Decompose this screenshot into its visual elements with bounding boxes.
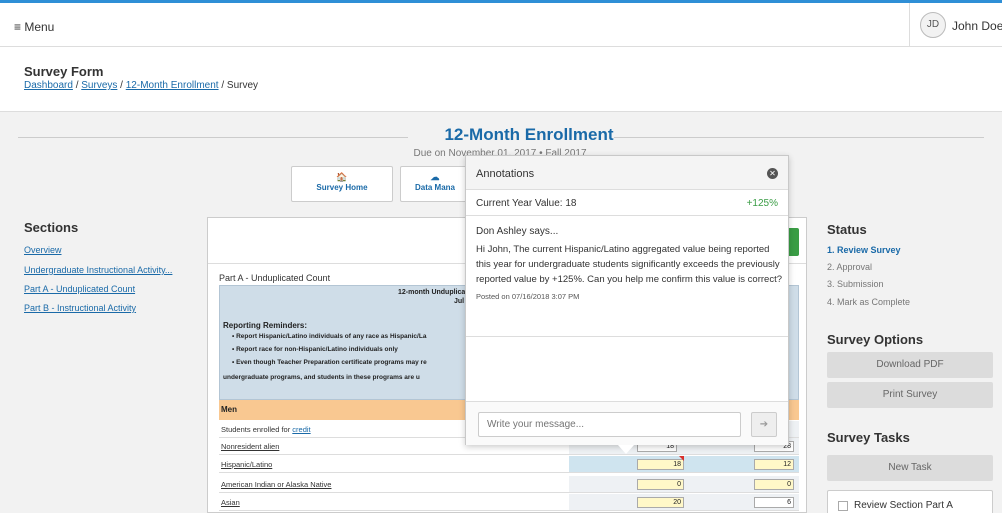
annotation-marker-icon[interactable]: [679, 456, 684, 461]
section-link-overview[interactable]: Overview: [24, 245, 62, 255]
status-step-submission: 3. Submission: [827, 279, 884, 289]
data-management-button[interactable]: ☁ Data Mana: [400, 166, 470, 202]
task-checkbox[interactable]: [838, 501, 848, 511]
students-prefix: Students enrolled for: [221, 425, 293, 434]
breadcrumb-current: Survey: [226, 80, 259, 91]
value-input[interactable]: 0: [637, 479, 684, 490]
arrow-right-icon: ➔: [759, 419, 769, 430]
box-subtitle: Jul: [454, 298, 465, 305]
reminder-item: • Report race for non-Hispanic/Latino in…: [232, 346, 398, 353]
change-percent: +125%: [746, 198, 778, 209]
cloud-icon: ☁: [430, 172, 440, 182]
annotations-header: Annotations ✕: [466, 156, 788, 190]
survey-tasks-heading: Survey Tasks: [827, 430, 910, 445]
annotation-comment: Don Ashley says... Hi John, The current …: [476, 226, 782, 301]
current-year-value: Current Year Value: 18: [476, 198, 577, 209]
page-header: Survey Form Dashboard / Surveys / 12-Mon…: [0, 47, 1002, 112]
group-label: Men: [221, 405, 237, 414]
row-label-hispanic-latino[interactable]: Hispanic/Latino: [221, 460, 272, 469]
annotation-reply-bar: ➔: [466, 401, 788, 445]
breadcrumb-enrollment[interactable]: 12-Month Enrollment: [126, 80, 219, 91]
current-year-row: Current Year Value: 18 +125%: [466, 190, 788, 216]
download-pdf-button[interactable]: Download PDF: [827, 352, 993, 378]
reminders-title: Reporting Reminders:: [223, 321, 308, 330]
top-bar: ≡ Menu JD John Doe ▾: [0, 0, 1002, 47]
survey-options-heading: Survey Options: [827, 332, 924, 347]
section-link-undergrad-activity[interactable]: Undergraduate Instructional Activity...: [24, 265, 172, 275]
home-icon: 🏠: [336, 172, 348, 182]
comment-divider: [466, 336, 788, 337]
breadcrumb-surveys[interactable]: Surveys: [81, 80, 117, 91]
part-label: Part A - Unduplicated Count: [219, 273, 331, 283]
annotations-popover: Annotations ✕ Current Year Value: 18 +12…: [465, 155, 789, 445]
survey-home-label: Survey Home: [316, 183, 368, 192]
value-input[interactable]: 12: [754, 459, 794, 470]
section-link-part-b[interactable]: Part B - Instructional Activity: [24, 303, 136, 313]
table-row: American Indian or Alaska Native 0 0: [219, 476, 799, 493]
avatar[interactable]: JD: [920, 12, 946, 38]
reminder-item: • Even though Teacher Preparation certif…: [232, 359, 427, 366]
status-step-complete: 4. Mark as Complete: [827, 297, 911, 307]
row-label: Students enrolled for credit: [221, 425, 311, 434]
comment-message: Hi John, The current Hispanic/Latino agg…: [476, 244, 783, 285]
value-input[interactable]: 20: [637, 497, 684, 508]
task-label: Review Section Part A: [854, 500, 953, 511]
row-label-nonresident-alien[interactable]: Nonresident alien: [221, 442, 279, 451]
new-task-button[interactable]: New Task: [827, 455, 993, 481]
send-button[interactable]: ➔: [751, 412, 777, 437]
reminder-item: undergraduate programs, and students in …: [223, 374, 420, 381]
value-input[interactable]: 0: [754, 479, 794, 490]
user-name[interactable]: John Doe ▾: [952, 19, 1002, 33]
reminder-item: • Report Hispanic/Latino individuals of …: [232, 333, 427, 340]
box-title: 12-month Unduplica: [398, 289, 466, 296]
section-link-part-a[interactable]: Part A - Unduplicated Count: [24, 284, 135, 294]
survey-title: 12-Month Enrollment: [444, 125, 614, 144]
print-survey-button[interactable]: Print Survey: [827, 382, 993, 408]
status-step-review[interactable]: 1. Review Survey: [827, 245, 901, 255]
data-management-label: Data Mana: [414, 183, 455, 192]
status-step-approval: 2. Approval: [827, 262, 873, 272]
popover-pointer: [618, 445, 634, 454]
annotations-title: Annotations: [476, 168, 535, 180]
survey-home-button[interactable]: 🏠 Survey Home: [291, 166, 393, 202]
breadcrumb: Dashboard / Surveys / 12-Month Enrollmen…: [24, 80, 259, 91]
title-divider-right: [614, 137, 984, 138]
status-heading: Status: [827, 222, 867, 237]
menu-button[interactable]: ≡ Menu: [14, 20, 54, 34]
close-icon[interactable]: ✕: [767, 168, 778, 179]
row-label-asian[interactable]: Asian: [221, 498, 240, 507]
user-menu[interactable]: JD John Doe ▾: [909, 3, 1002, 47]
table-row: Asian 20 6: [219, 494, 799, 511]
value-input[interactable]: 6: [754, 497, 794, 508]
comment-author: Don Ashley says...: [476, 226, 559, 237]
task-item[interactable]: Review Section Part A: [827, 490, 993, 513]
title-divider-left: [18, 137, 408, 138]
breadcrumb-dashboard[interactable]: Dashboard: [24, 80, 73, 91]
value-input[interactable]: 18: [637, 459, 684, 470]
comment-timestamp: Posted on 07/16/2018 3:07 PM: [476, 292, 580, 301]
sections-heading: Sections: [24, 220, 79, 235]
page-title: Survey Form: [24, 64, 104, 79]
message-input[interactable]: [478, 412, 741, 437]
credit-link[interactable]: credit: [292, 425, 310, 434]
table-row: Hispanic/Latino 18 12: [219, 456, 799, 473]
row-label-american-indian[interactable]: American Indian or Alaska Native: [221, 480, 331, 489]
